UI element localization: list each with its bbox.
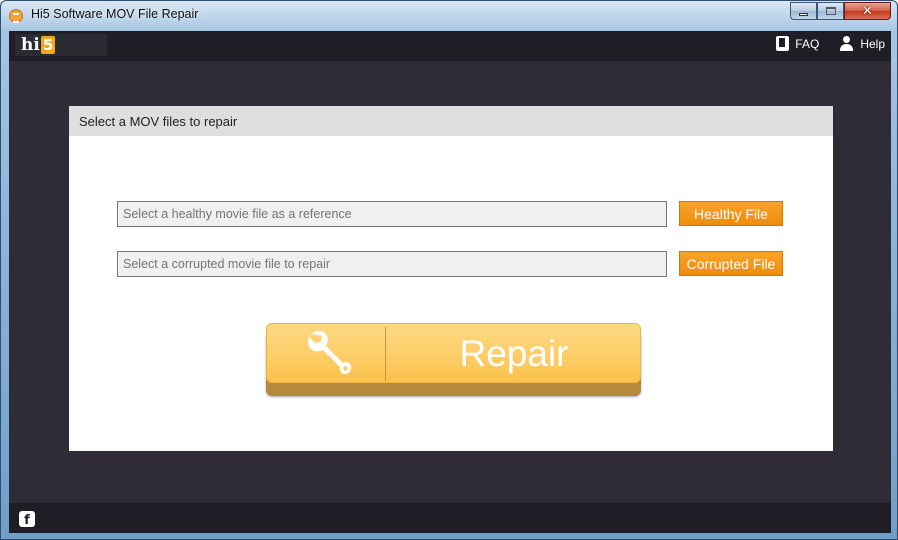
maximize-button[interactable] bbox=[817, 2, 844, 20]
window-title: Hi5 Software MOV File Repair bbox=[31, 7, 199, 21]
corrupted-file-button[interactable]: Corrupted File bbox=[679, 251, 783, 276]
title-bar[interactable]: Hi5 Software MOV File Repair ✕ bbox=[1, 1, 897, 29]
corrupted-file-input[interactable] bbox=[117, 251, 667, 277]
facebook-icon[interactable]: f bbox=[19, 511, 35, 527]
app-footer: f bbox=[9, 503, 891, 533]
repair-button-face: Repair bbox=[266, 323, 641, 383]
minimize-icon bbox=[799, 12, 808, 16]
help-link[interactable]: Help bbox=[839, 36, 885, 51]
maximize-icon bbox=[825, 7, 836, 15]
client-area: hi 5 FAQ Help Select a MOV files to repa… bbox=[9, 31, 891, 533]
logo-accent: 5 bbox=[40, 36, 56, 54]
app-header: hi 5 FAQ Help bbox=[9, 31, 891, 61]
faq-link[interactable]: FAQ bbox=[776, 36, 819, 51]
app-window: Hi5 Software MOV File Repair ✕ hi 5 FAQ bbox=[0, 0, 898, 540]
healthy-file-input[interactable] bbox=[117, 201, 667, 227]
minimize-button[interactable] bbox=[790, 2, 817, 20]
panel-title: Select a MOV files to repair bbox=[69, 106, 833, 136]
repair-label: Repair bbox=[459, 333, 569, 374]
healthy-file-button[interactable]: Healthy File bbox=[679, 201, 783, 226]
header-nav: FAQ Help bbox=[756, 36, 885, 51]
close-icon: ✕ bbox=[862, 3, 873, 19]
app-icon bbox=[9, 9, 23, 23]
hi5-logo: hi 5 bbox=[15, 34, 107, 56]
help-label: Help bbox=[860, 36, 885, 51]
book-icon bbox=[776, 36, 790, 51]
close-button[interactable]: ✕ bbox=[844, 2, 891, 20]
healthy-file-row: Healthy File bbox=[117, 201, 783, 227]
wrench-icon bbox=[307, 331, 352, 374]
logo-text: hi bbox=[21, 34, 40, 55]
repair-button[interactable]: Repair bbox=[266, 323, 641, 396]
user-icon bbox=[839, 36, 854, 51]
corrupted-file-row: Corrupted File bbox=[117, 251, 783, 277]
window-controls: ✕ bbox=[790, 2, 891, 20]
faq-label: FAQ bbox=[795, 36, 820, 51]
repair-panel: Select a MOV files to repair Healthy Fil… bbox=[69, 106, 833, 451]
